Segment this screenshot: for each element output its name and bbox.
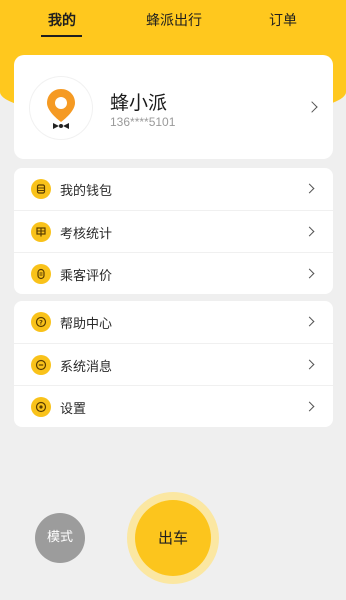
chevron-right-icon [304,359,315,370]
tab-fengpai-travel[interactable]: 蜂派出行 [146,10,202,30]
menu-item-assessment-stats[interactable]: 考核统计 [14,210,333,252]
svg-text:?: ? [39,318,43,326]
menu-item-settings[interactable]: 设置 [14,385,333,427]
menu-group-account: 我的钱包 考核统计 乘客评价 [14,168,333,294]
menu-group-system: ? 帮助中心 系统消息 设置 [14,301,333,427]
active-tab-indicator [41,35,82,37]
menu-item-label: 我的钱包 [60,184,113,199]
menu-item-help-center[interactable]: ? 帮助中心 [14,301,333,343]
tab-orders[interactable]: 订单 [269,10,297,30]
avatar [30,77,92,139]
chevron-right-icon [304,183,315,194]
settings-icon [31,397,51,417]
profile-card[interactable]: 蜂小派 136****5101 [14,55,333,159]
help-icon: ? [31,312,51,332]
chevron-right-icon [304,316,315,327]
chevron-right-icon [304,401,315,412]
mode-button[interactable]: 模式 [35,513,85,563]
profile-name: 蜂小派 [110,92,168,114]
profile-phone: 136****5101 [110,115,176,129]
menu-item-wallet[interactable]: 我的钱包 [14,168,333,210]
message-icon [31,355,51,375]
menu-item-label: 系统消息 [60,360,113,375]
chevron-right-icon [304,268,315,279]
location-pin-logo-icon [47,89,75,129]
menu-item-label: 帮助中心 [60,317,113,332]
wallet-icon [31,179,51,199]
tab-mine[interactable]: 我的 [48,10,76,30]
chevron-right-icon [304,226,315,237]
stats-icon [31,222,51,242]
menu-item-label: 乘客评价 [60,269,113,284]
review-icon [31,264,51,284]
menu-item-label: 考核统计 [60,227,113,242]
menu-item-passenger-reviews[interactable]: 乘客评价 [14,252,333,294]
menu-item-system-messages[interactable]: 系统消息 [14,343,333,385]
start-driving-button[interactable]: 出车 [127,492,219,584]
menu-item-label: 设置 [60,402,87,417]
start-driving-label: 出车 [135,500,211,576]
top-tab-bar: 我的 蜂派出行 订单 [0,0,346,42]
chevron-right-icon [306,101,318,113]
